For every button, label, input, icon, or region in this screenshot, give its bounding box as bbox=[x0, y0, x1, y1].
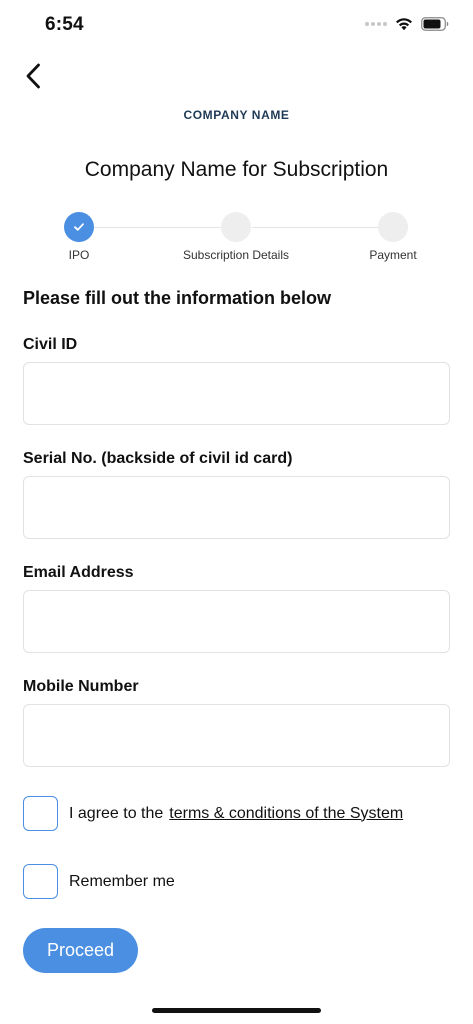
remember-me-row: Remember me bbox=[23, 864, 175, 899]
page-title: Company Name for Subscription bbox=[84, 158, 389, 181]
email-input[interactable] bbox=[23, 590, 450, 653]
terms-prefix-text: I agree to the bbox=[69, 804, 164, 822]
step-ipo-indicator bbox=[64, 212, 94, 242]
home-indicator bbox=[152, 1008, 321, 1013]
chevron-left-icon bbox=[26, 63, 40, 89]
civil-id-input[interactable] bbox=[23, 362, 450, 425]
remember-me-checkbox[interactable] bbox=[23, 864, 58, 899]
civil-id-label: Civil ID bbox=[23, 336, 78, 353]
signal-dots-icon bbox=[365, 22, 387, 26]
wifi-icon bbox=[396, 18, 412, 31]
company-name: COMPANY NAME bbox=[183, 108, 290, 122]
step-label-payment: Payment bbox=[369, 248, 417, 262]
mobile-number-input[interactable] bbox=[23, 704, 450, 767]
step-label-ipo: IPO bbox=[68, 248, 90, 262]
battery-icon bbox=[421, 17, 449, 31]
proceed-button[interactable]: Proceed bbox=[23, 928, 138, 973]
serial-no-label: Serial No. (backside of civil id card) bbox=[23, 450, 293, 467]
terms-link[interactable]: terms & conditions of the System bbox=[169, 805, 403, 823]
step-label-subscription-details: Subscription Details bbox=[182, 248, 290, 262]
checkmark-icon bbox=[74, 223, 84, 231]
terms-checkbox[interactable] bbox=[23, 796, 58, 831]
mobile-number-label: Mobile Number bbox=[23, 678, 139, 695]
status-icons bbox=[365, 17, 449, 31]
status-bar: 6:54 bbox=[0, 0, 473, 50]
serial-no-input[interactable] bbox=[23, 476, 450, 539]
remember-me-label: Remember me bbox=[69, 872, 175, 890]
step-connector bbox=[94, 227, 222, 228]
step-payment-indicator bbox=[378, 212, 408, 242]
step-subscription-indicator bbox=[221, 212, 251, 242]
progress-stepper: IPO Subscription Details Payment bbox=[0, 210, 473, 270]
form-heading: Please fill out the information below bbox=[23, 288, 332, 308]
email-label: Email Address bbox=[23, 564, 134, 581]
status-time: 6:54 bbox=[45, 14, 84, 35]
back-button[interactable] bbox=[18, 60, 48, 92]
step-connector bbox=[252, 227, 379, 228]
terms-row: I agree to the terms & conditions of the… bbox=[23, 796, 403, 831]
